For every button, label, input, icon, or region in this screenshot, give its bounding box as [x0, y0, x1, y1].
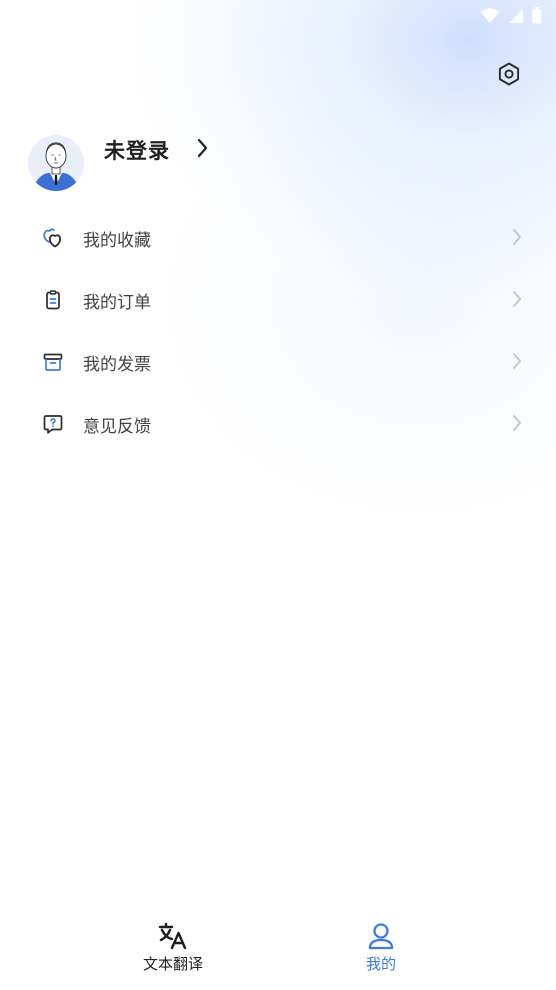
menu-item-label: 我的发票: [83, 355, 151, 375]
signal-icon: [509, 8, 523, 23]
avatar: [28, 135, 84, 191]
status-icons: [480, 7, 542, 24]
chevron-right-icon: [513, 229, 521, 245]
chevron-right-icon: [197, 138, 208, 158]
menu-item-label: 我的收藏: [83, 231, 151, 251]
menu-item-feedback[interactable]: 意见反馈: [0, 392, 556, 454]
chevron-right-icon: [513, 291, 521, 307]
archive-box-icon: [43, 353, 63, 371]
menu-item-invoices[interactable]: 我的发票: [0, 330, 556, 392]
menu-item-orders[interactable]: 我的订单: [0, 268, 556, 330]
tab-label: 我的: [365, 955, 396, 973]
menu-item-label: 我的订单: [83, 293, 151, 313]
profile-entry[interactable]: 未登录: [28, 135, 208, 191]
user-icon: [368, 923, 394, 950]
tab-mine[interactable]: 我的: [321, 920, 441, 980]
chevron-right-icon: [513, 353, 521, 369]
tab-text-translate[interactable]: 文本翻译: [113, 920, 233, 980]
menu-item-favorites[interactable]: 我的收藏: [0, 206, 556, 268]
translate-icon: [158, 922, 187, 950]
battery-icon: [532, 7, 542, 24]
bottom-nav: 文本翻译 我的: [0, 910, 556, 990]
chevron-right-icon: [513, 415, 521, 431]
menu-list: 我的收藏 我的订单 我的发票 意见反馈: [0, 206, 556, 454]
heart-cluster-icon: [43, 228, 61, 248]
tab-label: 文本翻译: [142, 955, 203, 973]
settings-button[interactable]: [494, 59, 524, 89]
feedback-question-icon: [43, 415, 63, 434]
status-bar: [0, 0, 556, 30]
wifi-icon: [480, 7, 500, 23]
menu-item-label: 意见反馈: [83, 417, 151, 437]
clipboard-icon: [46, 290, 60, 310]
profile-name: 未登录: [104, 139, 170, 163]
hexagon-settings-icon: [498, 62, 520, 86]
